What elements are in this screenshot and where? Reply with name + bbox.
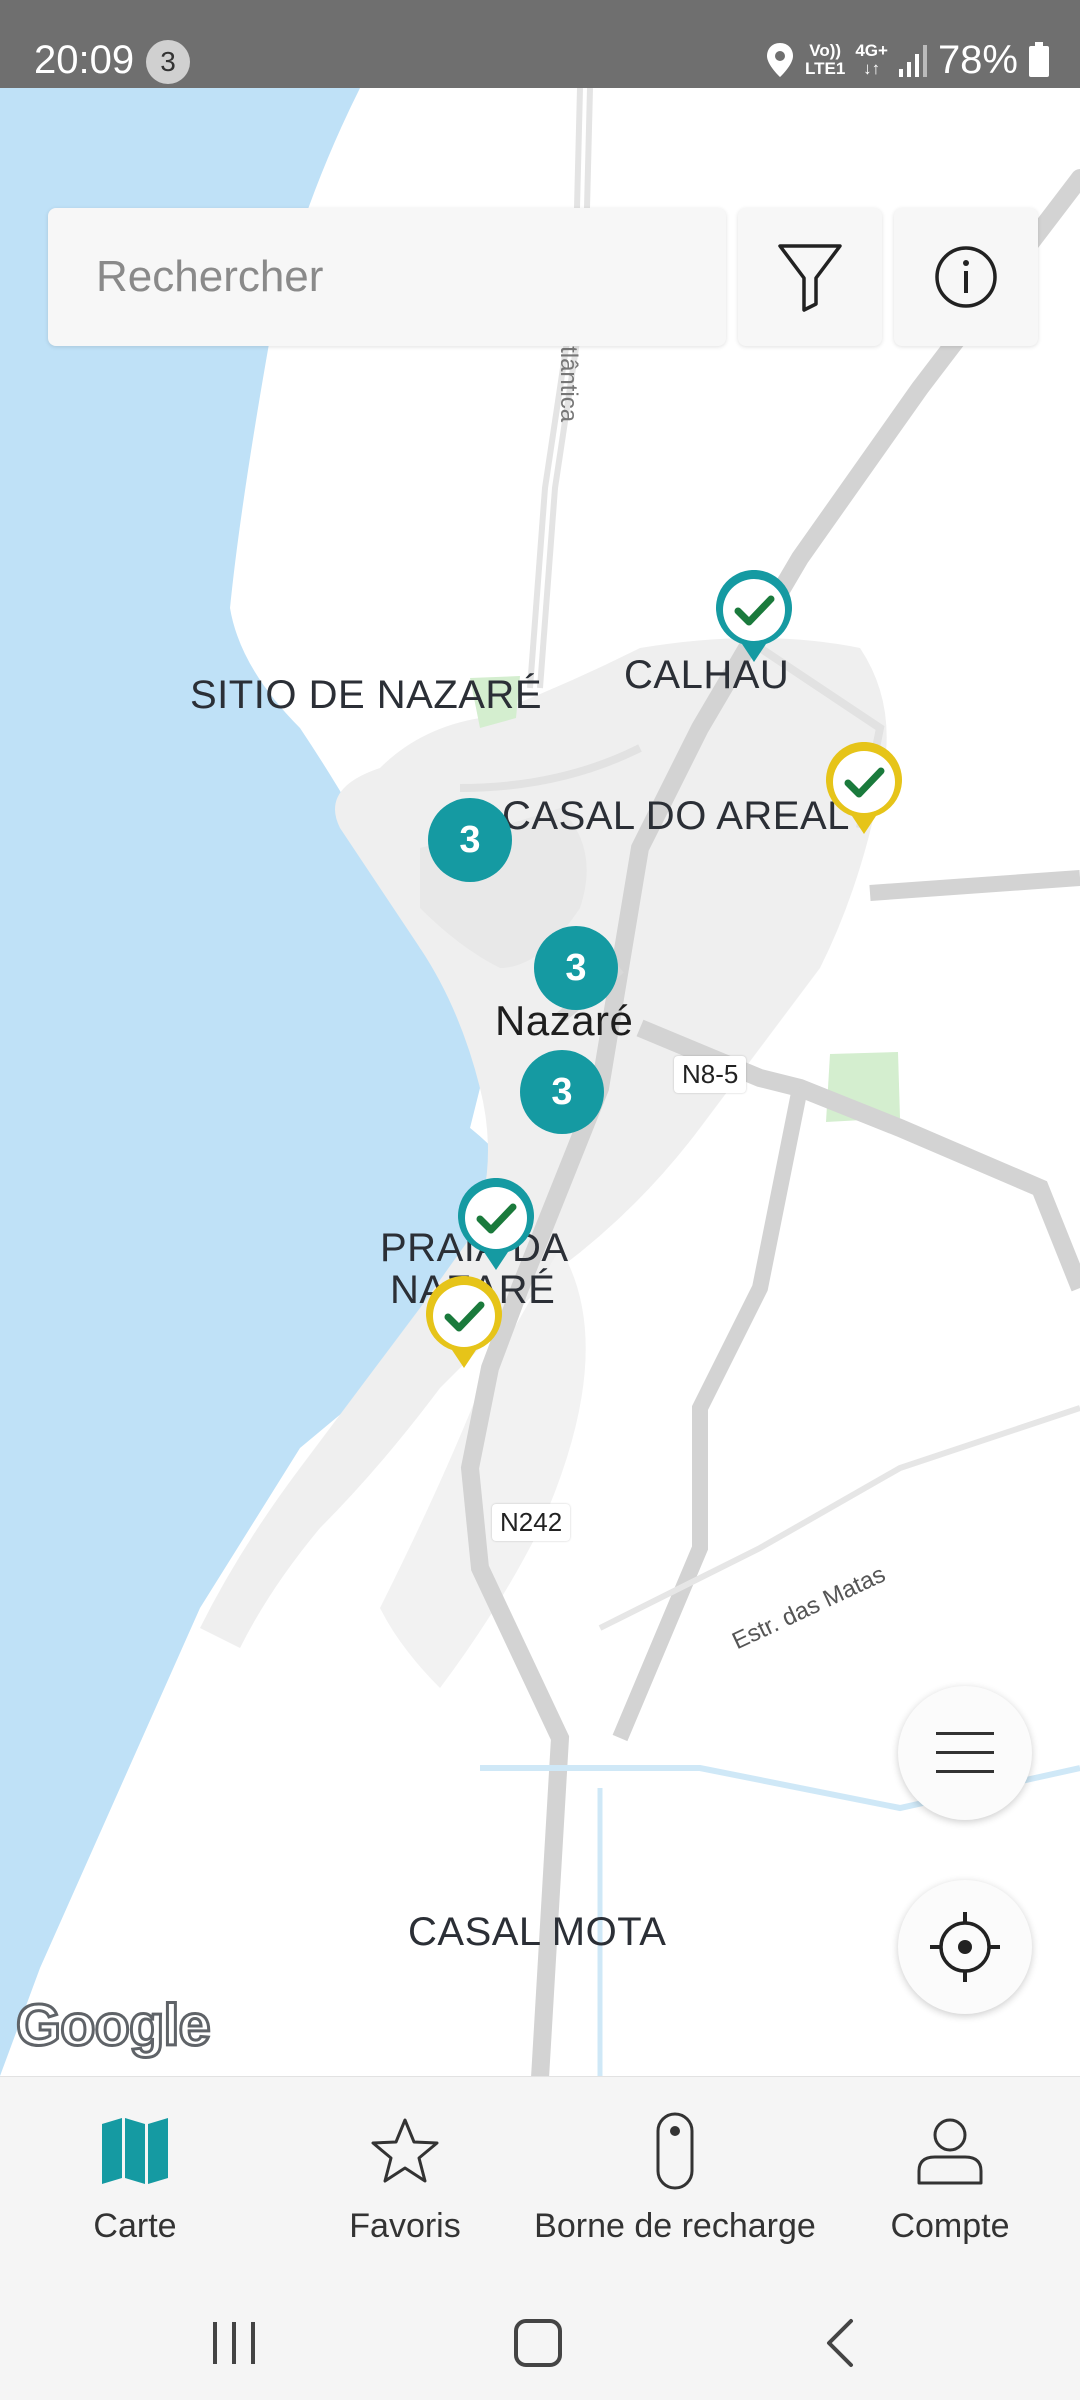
menu-button[interactable]: [898, 1686, 1032, 1820]
road-shield-n85: N8-5: [674, 1056, 747, 1093]
recents-button[interactable]: [194, 2308, 274, 2378]
search-input[interactable]: Rechercher: [96, 252, 323, 302]
nav-label: Carte: [93, 2207, 177, 2245]
charger-pin-available[interactable]: [824, 742, 904, 836]
bottom-navigation: Carte Favoris Borne de recharge Compte: [0, 2076, 1080, 2286]
locate-icon: [930, 1912, 1000, 1982]
locate-button[interactable]: [898, 1880, 1032, 2014]
charger-cluster[interactable]: 3: [428, 798, 512, 882]
charger-cluster[interactable]: 3: [520, 1050, 604, 1134]
nav-item-favoris[interactable]: Favoris: [290, 2077, 520, 2287]
place-label-casal-mota: CASAL MOTA: [408, 1910, 667, 1954]
search-bar[interactable]: Rechercher: [48, 208, 726, 346]
status-icons: Vo)) LTE1 4G+ ↓↑ 78%: [765, 36, 1050, 84]
account-icon: [917, 2118, 983, 2185]
filter-button[interactable]: [738, 208, 882, 346]
home-button[interactable]: [498, 2308, 578, 2378]
nav-item-carte[interactable]: Carte: [20, 2077, 250, 2287]
system-navigation: [0, 2286, 1080, 2400]
status-bar: 20:09 3 Vo)) LTE1 4G+ ↓↑ 78%: [0, 0, 1080, 88]
charger-icon: [656, 2112, 694, 2190]
road-shield-n242: N242: [492, 1504, 571, 1541]
info-icon: [935, 246, 997, 308]
location-icon: [767, 43, 794, 77]
info-button[interactable]: [894, 208, 1038, 346]
charger-cluster[interactable]: 3: [534, 926, 618, 1010]
volte-indicator: Vo)) LTE1: [805, 41, 846, 78]
nav-label: Compte: [890, 2207, 1010, 2245]
notification-count-badge: 3: [146, 40, 190, 84]
nav-label: Favoris: [349, 2207, 461, 2245]
place-label-sitio: SITIO DE NAZARÉ: [190, 673, 542, 717]
nav-item-borne[interactable]: Borne de recharge: [530, 2077, 820, 2287]
filter-icon: [778, 244, 842, 312]
nav-item-compte[interactable]: Compte: [840, 2077, 1060, 2287]
menu-icon: [936, 1732, 994, 1773]
charger-pin-available[interactable]: [424, 1276, 504, 1370]
back-button[interactable]: [800, 2308, 880, 2378]
data-type-indicator: 4G+ ↓↑: [855, 41, 888, 78]
back-icon: [827, 2319, 853, 2367]
google-attribution: Google: [15, 1992, 213, 2060]
map-icon: [102, 2118, 168, 2184]
status-time: 20:09: [34, 38, 135, 82]
star-icon: [371, 2118, 439, 2183]
charger-pin-available[interactable]: [714, 570, 794, 664]
charger-pin-available[interactable]: [456, 1178, 536, 1272]
signal-icon: [898, 45, 927, 77]
battery-percent: 78%: [937, 38, 1018, 82]
nav-label: Borne de recharge: [534, 2207, 816, 2245]
battery-icon: [1029, 42, 1049, 77]
place-label-casal-do-areal: CASAL DO AREAL: [502, 794, 850, 838]
home-icon: [514, 2319, 562, 2367]
recents-icon: [213, 2322, 255, 2364]
